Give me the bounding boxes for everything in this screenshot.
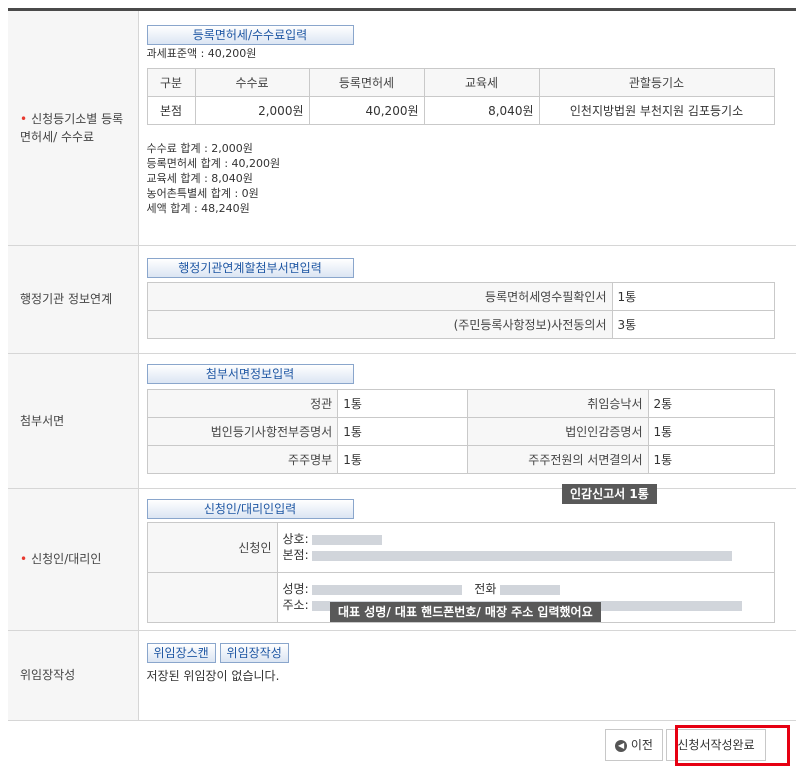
admin-doc-count: 3통 xyxy=(611,309,775,339)
fee-table: 구분 수수료 등록면허세 교육세 관할등기소 본점 2,000원 40,200원… xyxy=(146,68,775,125)
attach-doc-count: 1통 xyxy=(647,444,775,474)
person-name-label: 성명: xyxy=(282,582,309,596)
fee-row: • 신청등기소별 등록면허세/ 수수료 등록면허세/수수료입력 과세표준액 : 4… xyxy=(8,11,796,246)
redacted-phone xyxy=(500,584,561,595)
fee-cell-registration-tax: 40,200원 xyxy=(308,96,425,125)
complete-button-highlight xyxy=(675,725,790,766)
attach-doc-count: 2통 xyxy=(647,388,775,418)
table-row: 정관 1통 취임승낙서 2통 xyxy=(146,388,775,418)
poa-write-button[interactable]: 위임장작성 xyxy=(219,642,289,663)
fee-cell-registry: 인천지방법원 부천지원 김포등기소 xyxy=(538,96,775,125)
fee-table-header: 구분 수수료 등록면허세 교육세 관할등기소 xyxy=(146,68,775,97)
attach-doc-name: 정관 xyxy=(146,388,339,418)
tax-base-text: 과세표준액 : 40,200원 xyxy=(146,47,257,60)
annotation-applicant-info: 대표 성명/ 대표 핸드폰번호/ 매장 주소 입력했어요 xyxy=(330,602,601,622)
head-office-line: 본점: xyxy=(283,547,769,563)
poa-scan-button[interactable]: 위임장스캔 xyxy=(146,642,216,663)
head-office-label: 본점: xyxy=(282,548,309,562)
attach-table: 정관 1통 취임승낙서 2통 법인등기사항전부증명서 1통 법인인감증명서 1통… xyxy=(146,388,775,474)
required-mark: • xyxy=(20,111,28,126)
fee-summary: 수수료 합계 : 2,000원 등록면허세 합계 : 40,200원 교육세 합… xyxy=(147,141,789,216)
summary-grand-total: 세액 합계 : 48,240원 xyxy=(146,202,250,215)
poa-row-label: 위임장작성 xyxy=(8,630,138,721)
table-row: 본점 2,000원 40,200원 8,040원 인천지방법원 부천지원 김포등… xyxy=(146,96,775,125)
applicant-row-label: • 신청인/대리인 xyxy=(8,488,138,631)
table-row: 신청인 상호: 본점: xyxy=(146,521,775,573)
fee-col-education-tax: 교육세 xyxy=(423,68,540,97)
attach-info-button[interactable]: 첨부서면정보입력 xyxy=(146,363,354,384)
admin-table: 등록면허세영수필확인서 1통 (주민등록사항정보)사전동의서 3통 xyxy=(146,281,775,339)
attach-doc-count: 1통 xyxy=(647,416,775,446)
fee-cell-type: 본점 xyxy=(146,96,196,125)
attach-doc-name: 주주명부 xyxy=(146,444,339,474)
applicant-input-button[interactable]: 신청인/대리인입력 xyxy=(146,498,354,519)
address-label: 주소: xyxy=(282,598,309,612)
table-row: 법인등기사항전부증명서 1통 법인인감증명서 1통 xyxy=(146,416,775,446)
admin-row: 행정기관 정보연계 행정기관연계할첨부서면입력 등록면허세영수필확인서 1통 (… xyxy=(8,245,796,354)
applicant-info: 상호: 본점: xyxy=(276,521,775,573)
fee-row-label: • 신청등기소별 등록면허세/ 수수료 xyxy=(8,11,138,246)
attach-doc-count: 1통 xyxy=(337,444,469,474)
summary-education-tax-total: 교육세 합계 : 8,040원 xyxy=(146,172,253,185)
fee-col-fee: 수수료 xyxy=(194,68,310,97)
fee-col-registry: 관할등기소 xyxy=(538,68,775,97)
applicant-label: 신청인 xyxy=(146,521,278,573)
prev-button-label: 이전 xyxy=(630,738,653,752)
table-row: 등록면허세영수필확인서 1통 xyxy=(146,281,775,311)
poa-row: 위임장작성 위임장스캔 위임장작성 저장된 위임장이 없습니다. xyxy=(8,630,796,721)
required-mark: • xyxy=(20,552,28,566)
admin-doc-name: (주민등록사항정보)사전동의서 xyxy=(146,309,613,339)
redacted-head-office xyxy=(312,550,733,561)
summary-fee-total: 수수료 합계 : 2,000원 xyxy=(146,142,253,155)
trade-name-line: 상호: xyxy=(283,531,769,547)
admin-attachment-button[interactable]: 행정기관연계할첨부서면입력 xyxy=(146,257,354,278)
poa-status: 저장된 위임장이 없습니다. xyxy=(146,668,280,683)
fee-col-type: 구분 xyxy=(146,68,196,97)
attach-doc-name: 법인등기사항전부증명서 xyxy=(146,416,339,446)
annotation-seal-report: 인감신고서 1통 xyxy=(562,484,657,504)
attach-row: 첨부서면 첨부서면정보입력 정관 1통 취임승낙서 2통 법인등기사항전부증명서… xyxy=(8,353,796,489)
prev-button[interactable]: ◀ 이전 xyxy=(605,729,663,761)
table-row: 주주명부 1통 주주전원의 서면결의서 1통 xyxy=(146,444,775,474)
summary-rural-tax-total: 농어촌특별세 합계 : 0원 xyxy=(146,187,259,200)
admin-doc-name: 등록면허세영수필확인서 xyxy=(146,281,613,311)
trade-name-label: 상호: xyxy=(282,532,309,546)
agent-label xyxy=(146,571,278,623)
fee-col-registration-tax: 등록면허세 xyxy=(308,68,425,97)
back-arrow-icon: ◀ xyxy=(615,739,628,752)
attach-doc-name: 법인인감증명서 xyxy=(467,416,649,446)
admin-doc-count: 1통 xyxy=(611,281,775,311)
fee-input-button[interactable]: 등록면허세/수수료입력 xyxy=(146,25,354,45)
attach-doc-name: 주주전원의 서면결의서 xyxy=(467,444,649,474)
phone-label: 전화 xyxy=(474,582,497,596)
table-row: (주민등록사항정보)사전동의서 3통 xyxy=(146,309,775,339)
fee-row-label-text: 신청등기소별 등록면허세/ 수수료 xyxy=(20,111,124,144)
person-name-line: 성명: 전화 xyxy=(283,581,769,597)
attach-doc-count: 1통 xyxy=(337,416,469,446)
attach-row-label: 첨부서면 xyxy=(8,353,138,489)
fee-cell-education-tax: 8,040원 xyxy=(423,96,540,125)
redacted-trade-name xyxy=(312,534,383,545)
admin-row-label: 행정기관 정보연계 xyxy=(8,245,138,354)
attach-doc-count: 1통 xyxy=(337,388,469,418)
applicant-row-label-text: 신청인/대리인 xyxy=(31,552,102,566)
summary-registration-tax-total: 등록면허세 합계 : 40,200원 xyxy=(146,157,281,170)
attach-doc-name: 취임승낙서 xyxy=(467,388,649,418)
fee-cell-fee: 2,000원 xyxy=(194,96,310,125)
redacted-person-name xyxy=(312,584,463,595)
